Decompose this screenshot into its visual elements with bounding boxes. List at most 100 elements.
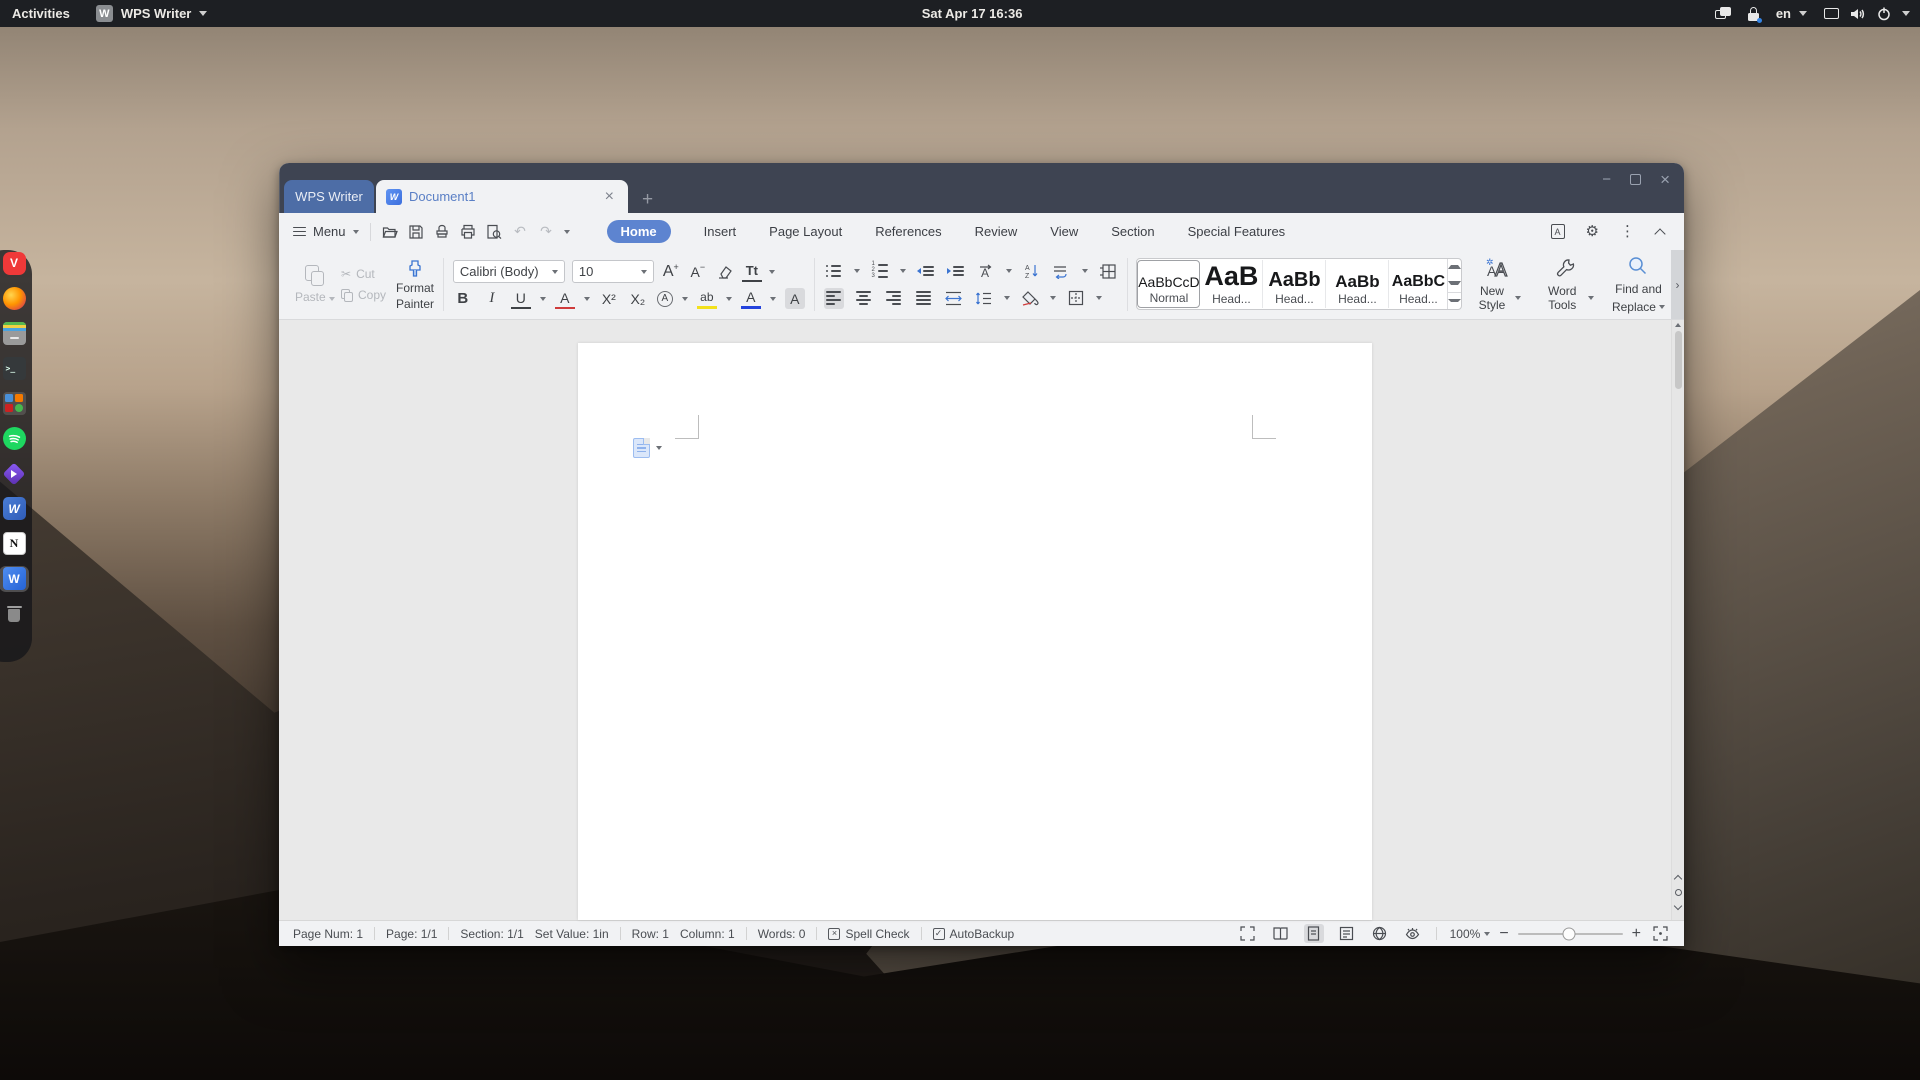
document-tab[interactable]: W Document1 ×	[376, 180, 628, 213]
tab-insert[interactable]: Insert	[704, 224, 737, 239]
gallery-scroll-down[interactable]	[1448, 275, 1461, 291]
show-hide-marks-button[interactable]	[1052, 261, 1072, 282]
align-right-button[interactable]	[884, 288, 904, 309]
keyboard-layout-menu[interactable]: en	[1776, 6, 1807, 21]
underline-button[interactable]: U	[511, 288, 531, 309]
status-page[interactable]: Page: 1/1	[386, 927, 437, 941]
dock-item-media-player[interactable]	[0, 461, 29, 487]
style-normal[interactable]: AaBbCcD Normal	[1137, 260, 1200, 308]
print-preview-button[interactable]	[486, 223, 503, 240]
zoom-out-button[interactable]: −	[1499, 926, 1508, 942]
output-as-pdf-button[interactable]	[434, 223, 451, 240]
kebab-menu-icon[interactable]: ⋮	[1620, 224, 1635, 239]
chevron-down-icon[interactable]	[540, 297, 546, 301]
dock-item-app-grid[interactable]	[0, 636, 29, 662]
autobackup-toggle[interactable]: ✓ AutoBackup	[933, 927, 1015, 941]
zoom-slider-knob[interactable]	[1563, 927, 1576, 940]
full-screen-view-button[interactable]	[1238, 924, 1258, 943]
page-layout-view-button[interactable]	[1304, 924, 1324, 943]
dock-item-wps-writer[interactable]: W	[0, 566, 29, 592]
web-layout-view-button[interactable]	[1370, 924, 1390, 943]
document-assistant[interactable]	[633, 438, 662, 458]
chevron-down-icon[interactable]	[1004, 296, 1010, 300]
increase-indent-button[interactable]	[946, 261, 966, 282]
dock-item-spotify[interactable]	[0, 425, 29, 451]
scroll-up-icon[interactable]	[1675, 323, 1681, 327]
redo-icon[interactable]: ↷	[538, 223, 555, 240]
ribbon-overflow-rail[interactable]: ›	[1671, 250, 1684, 319]
style-heading-1[interactable]: AaB Head...	[1200, 260, 1263, 308]
grow-font-button[interactable]: A+	[661, 261, 681, 282]
subscript-button[interactable]: X₂	[628, 288, 648, 309]
dock-item-software-installer[interactable]	[0, 390, 29, 416]
gallery-scroll-up[interactable]	[1448, 259, 1461, 275]
insert-table-button[interactable]	[1098, 261, 1118, 282]
paste-button[interactable]: Paste	[293, 265, 337, 304]
close-button[interactable]: ×	[1660, 171, 1670, 188]
font-color-button[interactable]: A	[741, 288, 761, 309]
status-words[interactable]: Words: 0	[758, 927, 806, 941]
save-button[interactable]	[408, 223, 425, 240]
chevron-down-icon[interactable]	[769, 270, 775, 274]
gallery-more[interactable]	[1448, 292, 1461, 309]
shading-button[interactable]	[1020, 288, 1040, 309]
bullets-button[interactable]	[824, 261, 844, 282]
sort-button[interactable]: AZ	[1022, 261, 1042, 282]
chevron-down-icon[interactable]	[1050, 296, 1056, 300]
dock-item-wps-office[interactable]: W	[0, 496, 29, 522]
screen-share-icon[interactable]	[1715, 7, 1731, 20]
dock-item-trash[interactable]	[0, 601, 29, 627]
cut-button[interactable]: ✂Cut	[341, 267, 386, 281]
minimize-button[interactable]: −	[1602, 172, 1611, 187]
format-painter-button[interactable]: Format Painter	[396, 258, 434, 312]
privacy-lock-icon[interactable]	[1748, 7, 1759, 21]
tab-special-features[interactable]: Special Features	[1188, 224, 1286, 239]
dock-item-firefox[interactable]	[0, 285, 29, 311]
tab-references[interactable]: References	[875, 224, 941, 239]
spell-check-toggle[interactable]: × Spell Check	[828, 927, 909, 941]
font-size-select[interactable]: 10	[572, 260, 654, 283]
style-heading-4[interactable]: AaBbC Head...	[1389, 260, 1447, 308]
chevron-down-icon[interactable]	[770, 297, 776, 301]
maximize-button[interactable]	[1630, 174, 1641, 185]
gear-icon[interactable]: ⚙	[1586, 224, 1599, 239]
tab-close-icon[interactable]: ×	[601, 189, 618, 205]
align-center-button[interactable]	[854, 288, 874, 309]
dock-item-archive-manager[interactable]	[0, 320, 29, 346]
quick-toolbar-more-icon[interactable]	[564, 230, 570, 234]
tab-home[interactable]: Home	[607, 220, 671, 243]
select-browse-object-icon[interactable]	[1675, 889, 1682, 896]
shrink-font-button[interactable]: A−	[688, 261, 708, 282]
chevron-down-icon[interactable]	[1006, 269, 1012, 273]
chevron-down-icon[interactable]	[726, 297, 732, 301]
focused-app-menu[interactable]: W WPS Writer	[96, 5, 208, 22]
line-spacing-button[interactable]	[974, 288, 994, 309]
borders-button[interactable]	[1066, 288, 1086, 309]
superscript-button[interactable]: X²	[599, 288, 619, 309]
numbering-button[interactable]: 1 2 3	[870, 261, 890, 282]
outline-view-button[interactable]	[1337, 924, 1357, 943]
clock[interactable]: Sat Apr 17 16:36	[922, 0, 1023, 27]
justify-button[interactable]	[914, 288, 934, 309]
status-section[interactable]: Section: 1/1	[460, 927, 523, 941]
dock-item-vivaldi[interactable]: V	[0, 250, 29, 276]
italic-button[interactable]: I	[482, 288, 502, 309]
zoom-slider[interactable]	[1518, 933, 1623, 935]
chevron-down-icon[interactable]	[1096, 296, 1102, 300]
undo-icon[interactable]: ↶	[512, 223, 529, 240]
previous-page-icon[interactable]	[1674, 875, 1682, 883]
document-page[interactable]	[578, 343, 1372, 920]
tab-page-layout[interactable]: Page Layout	[769, 224, 842, 239]
next-page-icon[interactable]	[1674, 902, 1682, 910]
tab-view[interactable]: View	[1050, 224, 1078, 239]
font-name-select[interactable]: Calibri (Body)	[453, 260, 565, 283]
clear-formatting-button[interactable]	[715, 261, 735, 282]
scrollbar-thumb[interactable]	[1675, 331, 1682, 389]
style-heading-3[interactable]: AaBb Head...	[1326, 260, 1389, 308]
dock-item-notion[interactable]: N	[0, 531, 29, 557]
align-left-button[interactable]	[824, 288, 844, 309]
new-style-button[interactable]: A A ✲ New Style	[1462, 250, 1530, 319]
eye-protection-mode-icon[interactable]: A	[1551, 224, 1565, 239]
document-area[interactable]	[279, 320, 1684, 920]
strikethrough-button[interactable]: A	[555, 288, 575, 309]
